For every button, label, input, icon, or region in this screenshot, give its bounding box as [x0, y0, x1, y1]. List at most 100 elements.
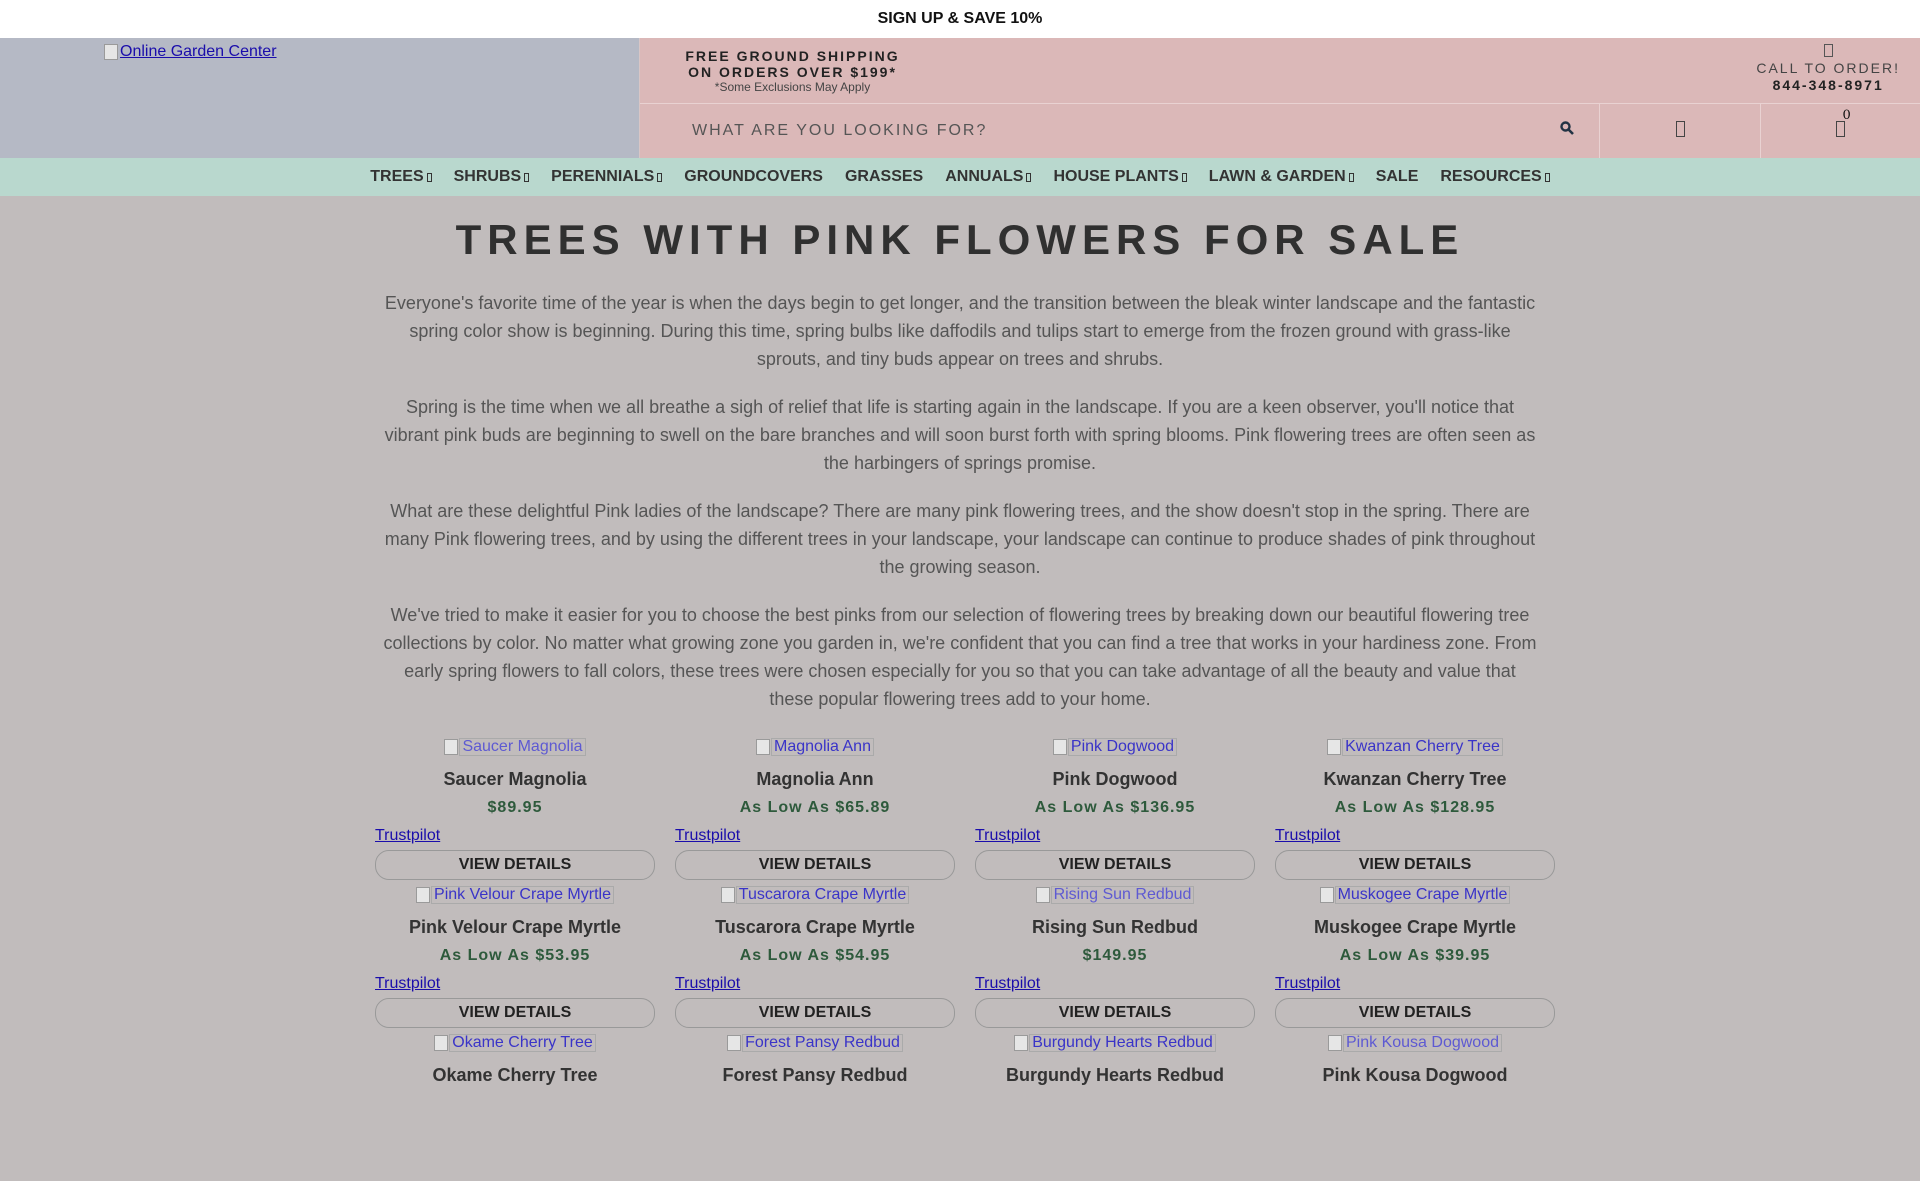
product-image-alt: Magnolia Ann	[771, 738, 874, 756]
product-image-link[interactable]: Magnolia Ann	[756, 737, 874, 757]
nav-item-label: PERENNIALS	[551, 168, 655, 185]
call-label: CALL TO ORDER!	[1756, 60, 1900, 76]
broken-image-icon	[104, 44, 118, 60]
chevron-down-icon	[1181, 172, 1187, 182]
nav-item-label: SHRUBS	[453, 168, 522, 185]
nav-item-trees[interactable]: TREES	[370, 168, 432, 186]
search-input[interactable]	[690, 121, 1494, 141]
nav-item-label: RESOURCES	[1440, 168, 1542, 185]
product-image-alt: Tuscarora Crape Myrtle	[735, 886, 910, 904]
nav-item-grasses[interactable]: GRASSES	[845, 168, 923, 186]
product-image-alt: Kwanzan Cherry Tree	[1342, 738, 1503, 756]
nav-item-lawn-garden[interactable]: LAWN & GARDEN	[1209, 168, 1354, 186]
product-image-link[interactable]: Muskogee Crape Myrtle	[1319, 885, 1511, 905]
intro-paragraph: Spring is the time when we all breathe a…	[384, 397, 1536, 473]
broken-image-icon	[1035, 887, 1050, 903]
view-details-button[interactable]: VIEW DETAILS	[1275, 998, 1555, 1028]
product-card: Rising Sun Redbud Rising Sun Redbud $149…	[975, 885, 1255, 1033]
product-image-alt: Saucer Magnolia	[459, 738, 586, 756]
product-name[interactable]: Saucer Magnolia	[375, 768, 655, 790]
product-card: Pink Dogwood Pink Dogwood As Low As $136…	[975, 737, 1255, 885]
view-details-button[interactable]: VIEW DETAILS	[375, 998, 655, 1028]
site-logo[interactable]: Online Garden Center	[104, 43, 277, 61]
product-card: Pink Kousa Dogwood Pink Kousa Dogwood	[1275, 1033, 1555, 1181]
nav-item-label: GRASSES	[844, 168, 924, 185]
product-name[interactable]: Pink Velour Crape Myrtle	[375, 916, 655, 938]
product-name[interactable]: Burgundy Hearts Redbud	[975, 1064, 1255, 1086]
nav-item-resources[interactable]: RESOURCES	[1440, 168, 1550, 186]
shipping-line2: ON ORDERS OVER $199*	[688, 64, 897, 80]
nav-item-sale[interactable]: SALE	[1376, 168, 1419, 186]
phone-number[interactable]: 844-348-8971	[1756, 76, 1900, 94]
nav-item-house-plants[interactable]: HOUSE PLANTS	[1053, 168, 1187, 186]
broken-image-icon	[756, 739, 771, 755]
product-name[interactable]: Pink Kousa Dogwood	[1275, 1064, 1555, 1086]
product-image-link[interactable]: Forest Pansy Redbud	[727, 1033, 903, 1053]
user-icon	[1675, 120, 1685, 142]
view-details-button[interactable]: VIEW DETAILS	[375, 850, 655, 880]
search-icon[interactable]	[1560, 121, 1574, 135]
view-details-button[interactable]: VIEW DETAILS	[675, 998, 955, 1028]
cart-button[interactable]: 0	[1761, 104, 1920, 158]
product-card: Saucer Magnolia Saucer Magnolia $89.95 T…	[375, 737, 655, 885]
nav-item-label: GROUNDCOVERS	[684, 168, 823, 185]
shipping-line1: FREE GROUND SHIPPING	[685, 48, 900, 64]
product-card: Kwanzan Cherry Tree Kwanzan Cherry Tree …	[1275, 737, 1555, 885]
trustpilot-link[interactable]: Trustpilot	[675, 826, 955, 846]
trustpilot-link[interactable]: Trustpilot	[675, 974, 955, 994]
view-details-button[interactable]: VIEW DETAILS	[1275, 850, 1555, 880]
trustpilot-link[interactable]: Trustpilot	[1275, 974, 1555, 994]
chevron-down-icon	[657, 172, 663, 182]
trustpilot-link[interactable]: Trustpilot	[375, 974, 655, 994]
product-price: As Low As $65.89	[739, 799, 891, 816]
trustpilot-link[interactable]: Trustpilot	[975, 826, 1255, 846]
logo-alt-text: Online Garden Center	[120, 43, 277, 60]
product-name[interactable]: Rising Sun Redbud	[975, 916, 1255, 938]
product-image-link[interactable]: Saucer Magnolia	[444, 737, 586, 757]
trustpilot-link[interactable]: Trustpilot	[375, 826, 655, 846]
product-name[interactable]: Pink Dogwood	[975, 768, 1255, 790]
account-button[interactable]	[1600, 104, 1761, 158]
product-image-alt: Rising Sun Redbud	[1050, 886, 1195, 904]
product-image-alt: Burgundy Hearts Redbud	[1029, 1034, 1216, 1052]
product-name[interactable]: Forest Pansy Redbud	[675, 1064, 955, 1086]
call-to-order[interactable]: CALL TO ORDER! 844-348-8971	[1756, 44, 1900, 94]
promo-banner[interactable]: SIGN UP & SAVE 10%	[0, 0, 1920, 38]
chevron-down-icon	[426, 172, 432, 182]
product-image-link[interactable]: Burgundy Hearts Redbud	[1014, 1033, 1216, 1053]
product-image-link[interactable]: Rising Sun Redbud	[1035, 885, 1195, 905]
view-details-button[interactable]: VIEW DETAILS	[975, 998, 1255, 1028]
trustpilot-link[interactable]: Trustpilot	[1275, 826, 1555, 846]
product-image-link[interactable]: Tuscarora Crape Myrtle	[720, 885, 910, 905]
nav-item-annuals[interactable]: ANNUALS	[945, 168, 1032, 186]
product-name[interactable]: Muskogee Crape Myrtle	[1275, 916, 1555, 938]
search-box	[640, 104, 1600, 158]
product-image-link[interactable]: Pink Dogwood	[1052, 737, 1178, 757]
product-name[interactable]: Tuscarora Crape Myrtle	[675, 916, 955, 938]
product-name[interactable]: Okame Cherry Tree	[375, 1064, 655, 1086]
view-details-button[interactable]: VIEW DETAILS	[975, 850, 1255, 880]
nav-item-label: TREES	[370, 168, 424, 185]
product-name[interactable]: Magnolia Ann	[675, 768, 955, 790]
product-image-link[interactable]: Pink Velour Crape Myrtle	[416, 885, 614, 905]
broken-image-icon	[1327, 739, 1342, 755]
broken-image-icon	[434, 1035, 449, 1051]
cart-count: 0	[1842, 108, 1851, 123]
product-price: As Low As $39.95	[1339, 947, 1491, 964]
cart-icon	[1836, 120, 1845, 142]
product-image-link[interactable]: Pink Kousa Dogwood	[1328, 1033, 1502, 1053]
intro-paragraph: We've tried to make it easier for you to…	[383, 605, 1537, 709]
broken-image-icon	[727, 1035, 742, 1051]
nav-item-shrubs[interactable]: SHRUBS	[454, 168, 530, 186]
product-image-alt: Pink Velour Crape Myrtle	[431, 886, 614, 904]
product-image-link[interactable]: Kwanzan Cherry Tree	[1327, 737, 1503, 757]
header-search-row: 0	[640, 104, 1920, 158]
trustpilot-link[interactable]: Trustpilot	[975, 974, 1255, 994]
product-image-link[interactable]: Okame Cherry Tree	[434, 1033, 596, 1053]
product-name[interactable]: Kwanzan Cherry Tree	[1275, 768, 1555, 790]
product-price: $89.95	[487, 799, 543, 816]
chevron-down-icon	[1544, 172, 1550, 182]
nav-item-perennials[interactable]: PERENNIALS	[551, 168, 663, 186]
view-details-button[interactable]: VIEW DETAILS	[675, 850, 955, 880]
nav-item-groundcovers[interactable]: GROUNDCOVERS	[684, 168, 823, 186]
